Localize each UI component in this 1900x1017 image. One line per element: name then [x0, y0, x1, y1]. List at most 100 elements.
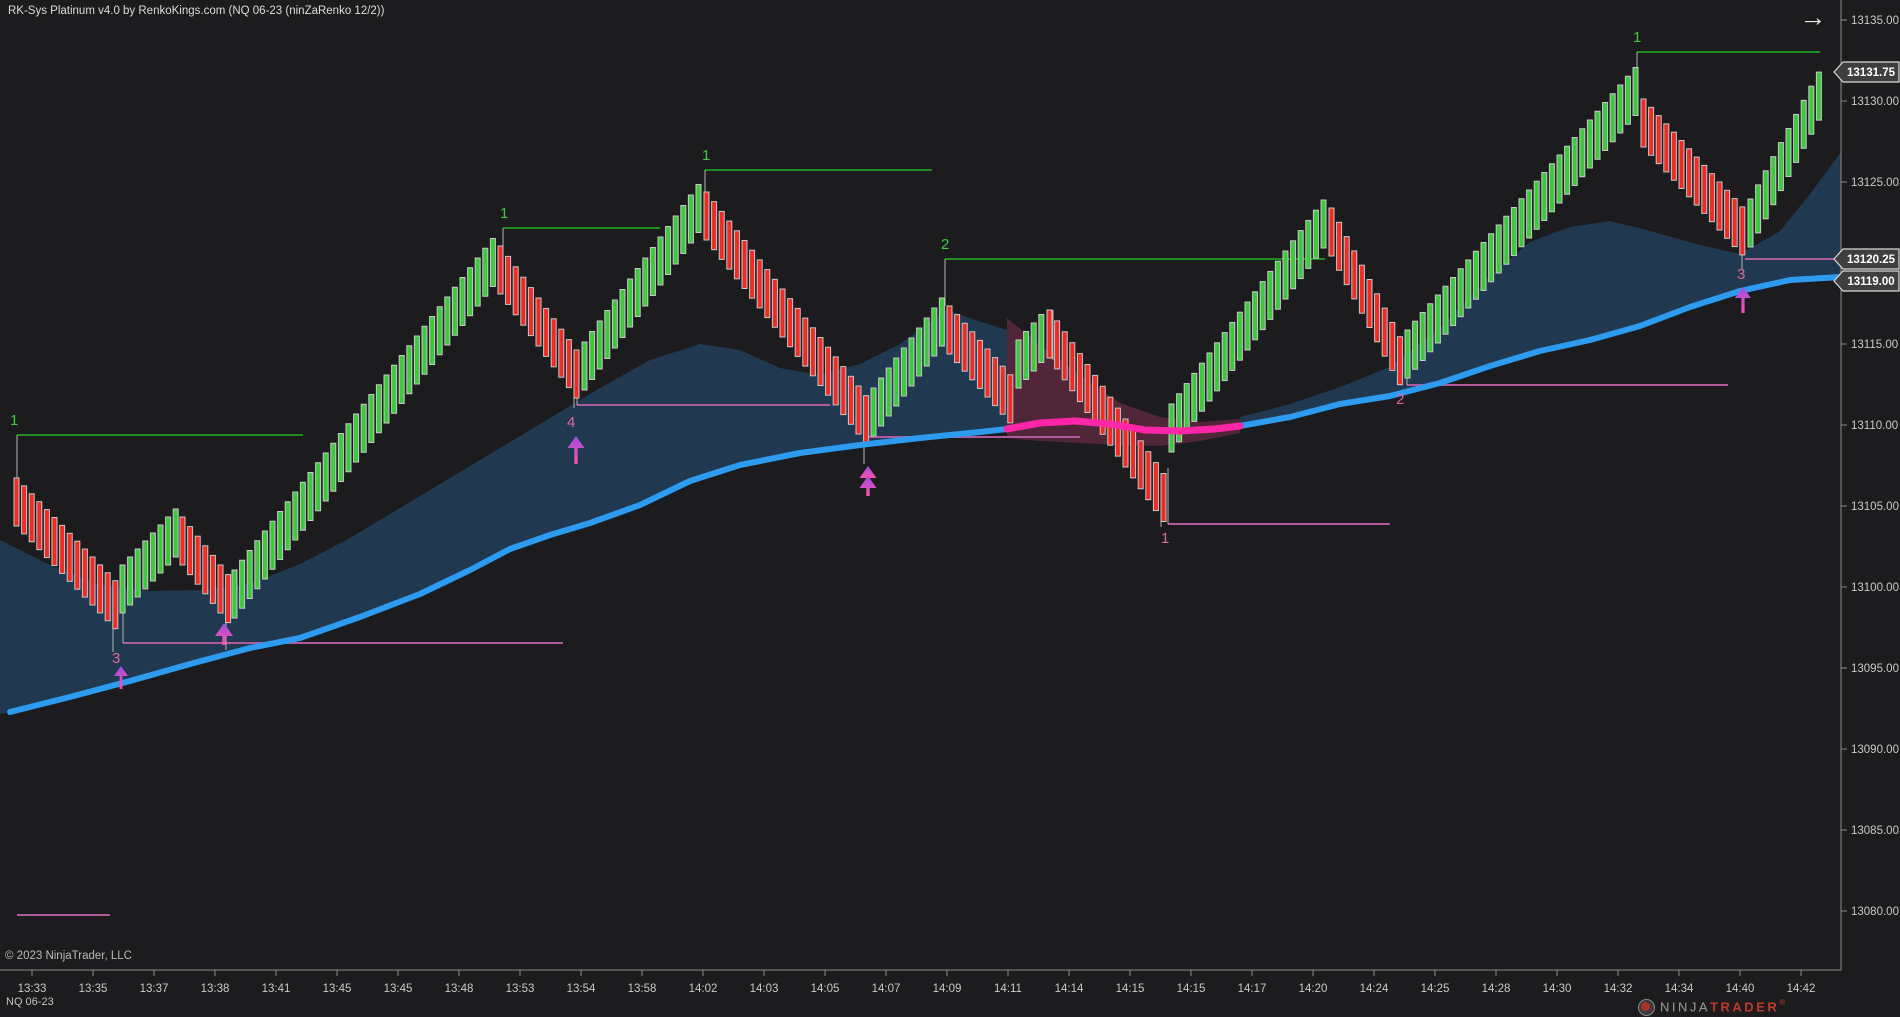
time-axis-label: 13:54 — [567, 983, 596, 995]
time-axis-label: 14:09 — [933, 983, 962, 995]
renko-bar-up — [345, 423, 352, 473]
renko-bar-up — [149, 532, 156, 582]
renko-bar-up — [482, 247, 489, 297]
renko-bar-up — [1755, 184, 1762, 234]
renko-bar-down — [1381, 307, 1388, 357]
renko-bar-up — [1290, 240, 1297, 290]
renko-bar-down — [81, 548, 88, 598]
time-axis-label: 13:41 — [262, 983, 291, 995]
renko-bar-up — [444, 296, 451, 346]
renko-bar-up — [1015, 339, 1022, 389]
time-axis-label: 14:34 — [1665, 983, 1694, 995]
renko-bar-down — [794, 307, 801, 357]
renko-bar-down — [1693, 156, 1700, 206]
renko-bar-up — [1609, 93, 1616, 143]
renko-bar-up — [322, 452, 329, 502]
renko-bar-up — [672, 215, 679, 265]
renko-bar-up — [467, 267, 474, 317]
renko-bar-down — [1092, 374, 1099, 424]
trend-count-label: 1 — [500, 205, 508, 222]
renko-bar-up — [368, 394, 375, 443]
price-axis-label: 13080.00 — [1851, 906, 1899, 918]
renko-bar-down — [202, 545, 209, 595]
renko-bar-up — [1770, 156, 1777, 206]
renko-bar-up — [1282, 250, 1289, 300]
renko-bar-up — [157, 524, 164, 574]
renko-bar-up — [1457, 268, 1464, 318]
time-axis-label: 14:02 — [689, 983, 718, 995]
renko-bar-up — [421, 325, 428, 375]
renko-bar-down — [802, 317, 809, 367]
renko-bar-down — [1724, 189, 1731, 239]
renko-bar-up — [1632, 67, 1639, 116]
renko-bar-up — [1450, 277, 1457, 326]
renko-bar-down — [1389, 321, 1396, 371]
renko-bar-up — [581, 341, 588, 391]
price-axis-label: 13095.00 — [1851, 663, 1899, 675]
renko-bar-down — [809, 327, 816, 377]
renko-bar-down — [565, 339, 572, 389]
time-axis-label: 14:17 — [1238, 983, 1267, 995]
renko-bar-up — [277, 511, 284, 560]
time-axis-label: 14:05 — [811, 983, 840, 995]
renko-bar-down — [718, 210, 725, 260]
time-axis-label: 14:07 — [872, 983, 901, 995]
renko-bar-up — [1480, 242, 1487, 291]
renko-bar-up — [1808, 85, 1815, 135]
renko-bar-down — [1366, 279, 1373, 328]
renko-bar-up — [1434, 294, 1441, 344]
renko-bar-down — [543, 307, 550, 357]
chart-title: RK-Sys Platinum v4.0 by RenkoKings.com (… — [8, 5, 385, 17]
renko-bar-down — [104, 572, 111, 622]
renko-bar-up — [1320, 199, 1327, 249]
renko-bar-down — [1686, 148, 1693, 198]
price-marker-label: 13119.00 — [1847, 276, 1894, 288]
renko-bar-up — [627, 278, 634, 328]
trend-count-label: 1 — [702, 147, 710, 164]
renko-bar-up — [1183, 383, 1190, 433]
chart-canvas[interactable]: 1 1 1 2 1 3 4 1 2 3 13:33 13:35 13:37 13:38 13:41 13:45… — [0, 0, 1900, 1017]
time-axis-label: 14:28 — [1482, 983, 1511, 995]
renko-bar-down — [779, 288, 786, 338]
renko-bar-up — [938, 297, 945, 347]
renko-bar-up — [269, 520, 276, 570]
renko-bar-down — [1663, 123, 1670, 173]
renko-bar-up — [1548, 163, 1555, 213]
renko-bar-up — [908, 337, 915, 387]
time-axis-label: 14:03 — [750, 983, 779, 995]
time-axis-label: 14:24 — [1360, 983, 1389, 995]
renko-bar-up — [398, 355, 405, 404]
renko-bar-up — [1465, 259, 1472, 309]
renko-bar-up — [900, 347, 907, 397]
copyright-text: © 2023 NinjaTrader, LLC — [5, 950, 132, 962]
renko-bar-up — [1274, 260, 1281, 310]
renko-bar-up — [1747, 198, 1754, 248]
signal-count-label: 2 — [1396, 391, 1404, 408]
renko-bar-down — [1084, 364, 1091, 413]
renko-bar-up — [611, 299, 618, 349]
renko-bar-up — [604, 310, 611, 359]
renko-bar-up — [413, 335, 420, 385]
renko-bar-down — [1716, 181, 1723, 231]
renko-bar-up — [1571, 137, 1578, 186]
renko-bar-down — [179, 516, 186, 566]
renko-bar-up — [231, 569, 238, 619]
renko-bar-down — [1054, 320, 1061, 370]
renko-bar-up — [1495, 224, 1502, 274]
renko-bar-up — [596, 320, 603, 370]
signal-count-label: 3 — [1737, 266, 1745, 283]
price-axis-label: 13110.00 — [1851, 420, 1898, 432]
renko-bar-down — [1358, 264, 1365, 314]
time-axis-label: 14:40 — [1726, 983, 1755, 995]
renko-bar-up — [142, 540, 149, 590]
renko-bar-up — [1412, 320, 1419, 370]
go-to-latest-button[interactable]: → — [1793, 0, 1833, 34]
renko-bar-up — [246, 550, 253, 599]
time-axis-label: 13:45 — [384, 983, 413, 995]
renko-bar-up — [1191, 372, 1198, 422]
instrument-tab[interactable]: NQ 06-23 — [6, 996, 54, 1008]
time-axis-label: 13:35 — [79, 983, 108, 995]
time-axis-label: 13:53 — [506, 983, 535, 995]
ninjatrader-icon — [1638, 998, 1655, 1016]
renko-bar-up — [254, 540, 261, 590]
